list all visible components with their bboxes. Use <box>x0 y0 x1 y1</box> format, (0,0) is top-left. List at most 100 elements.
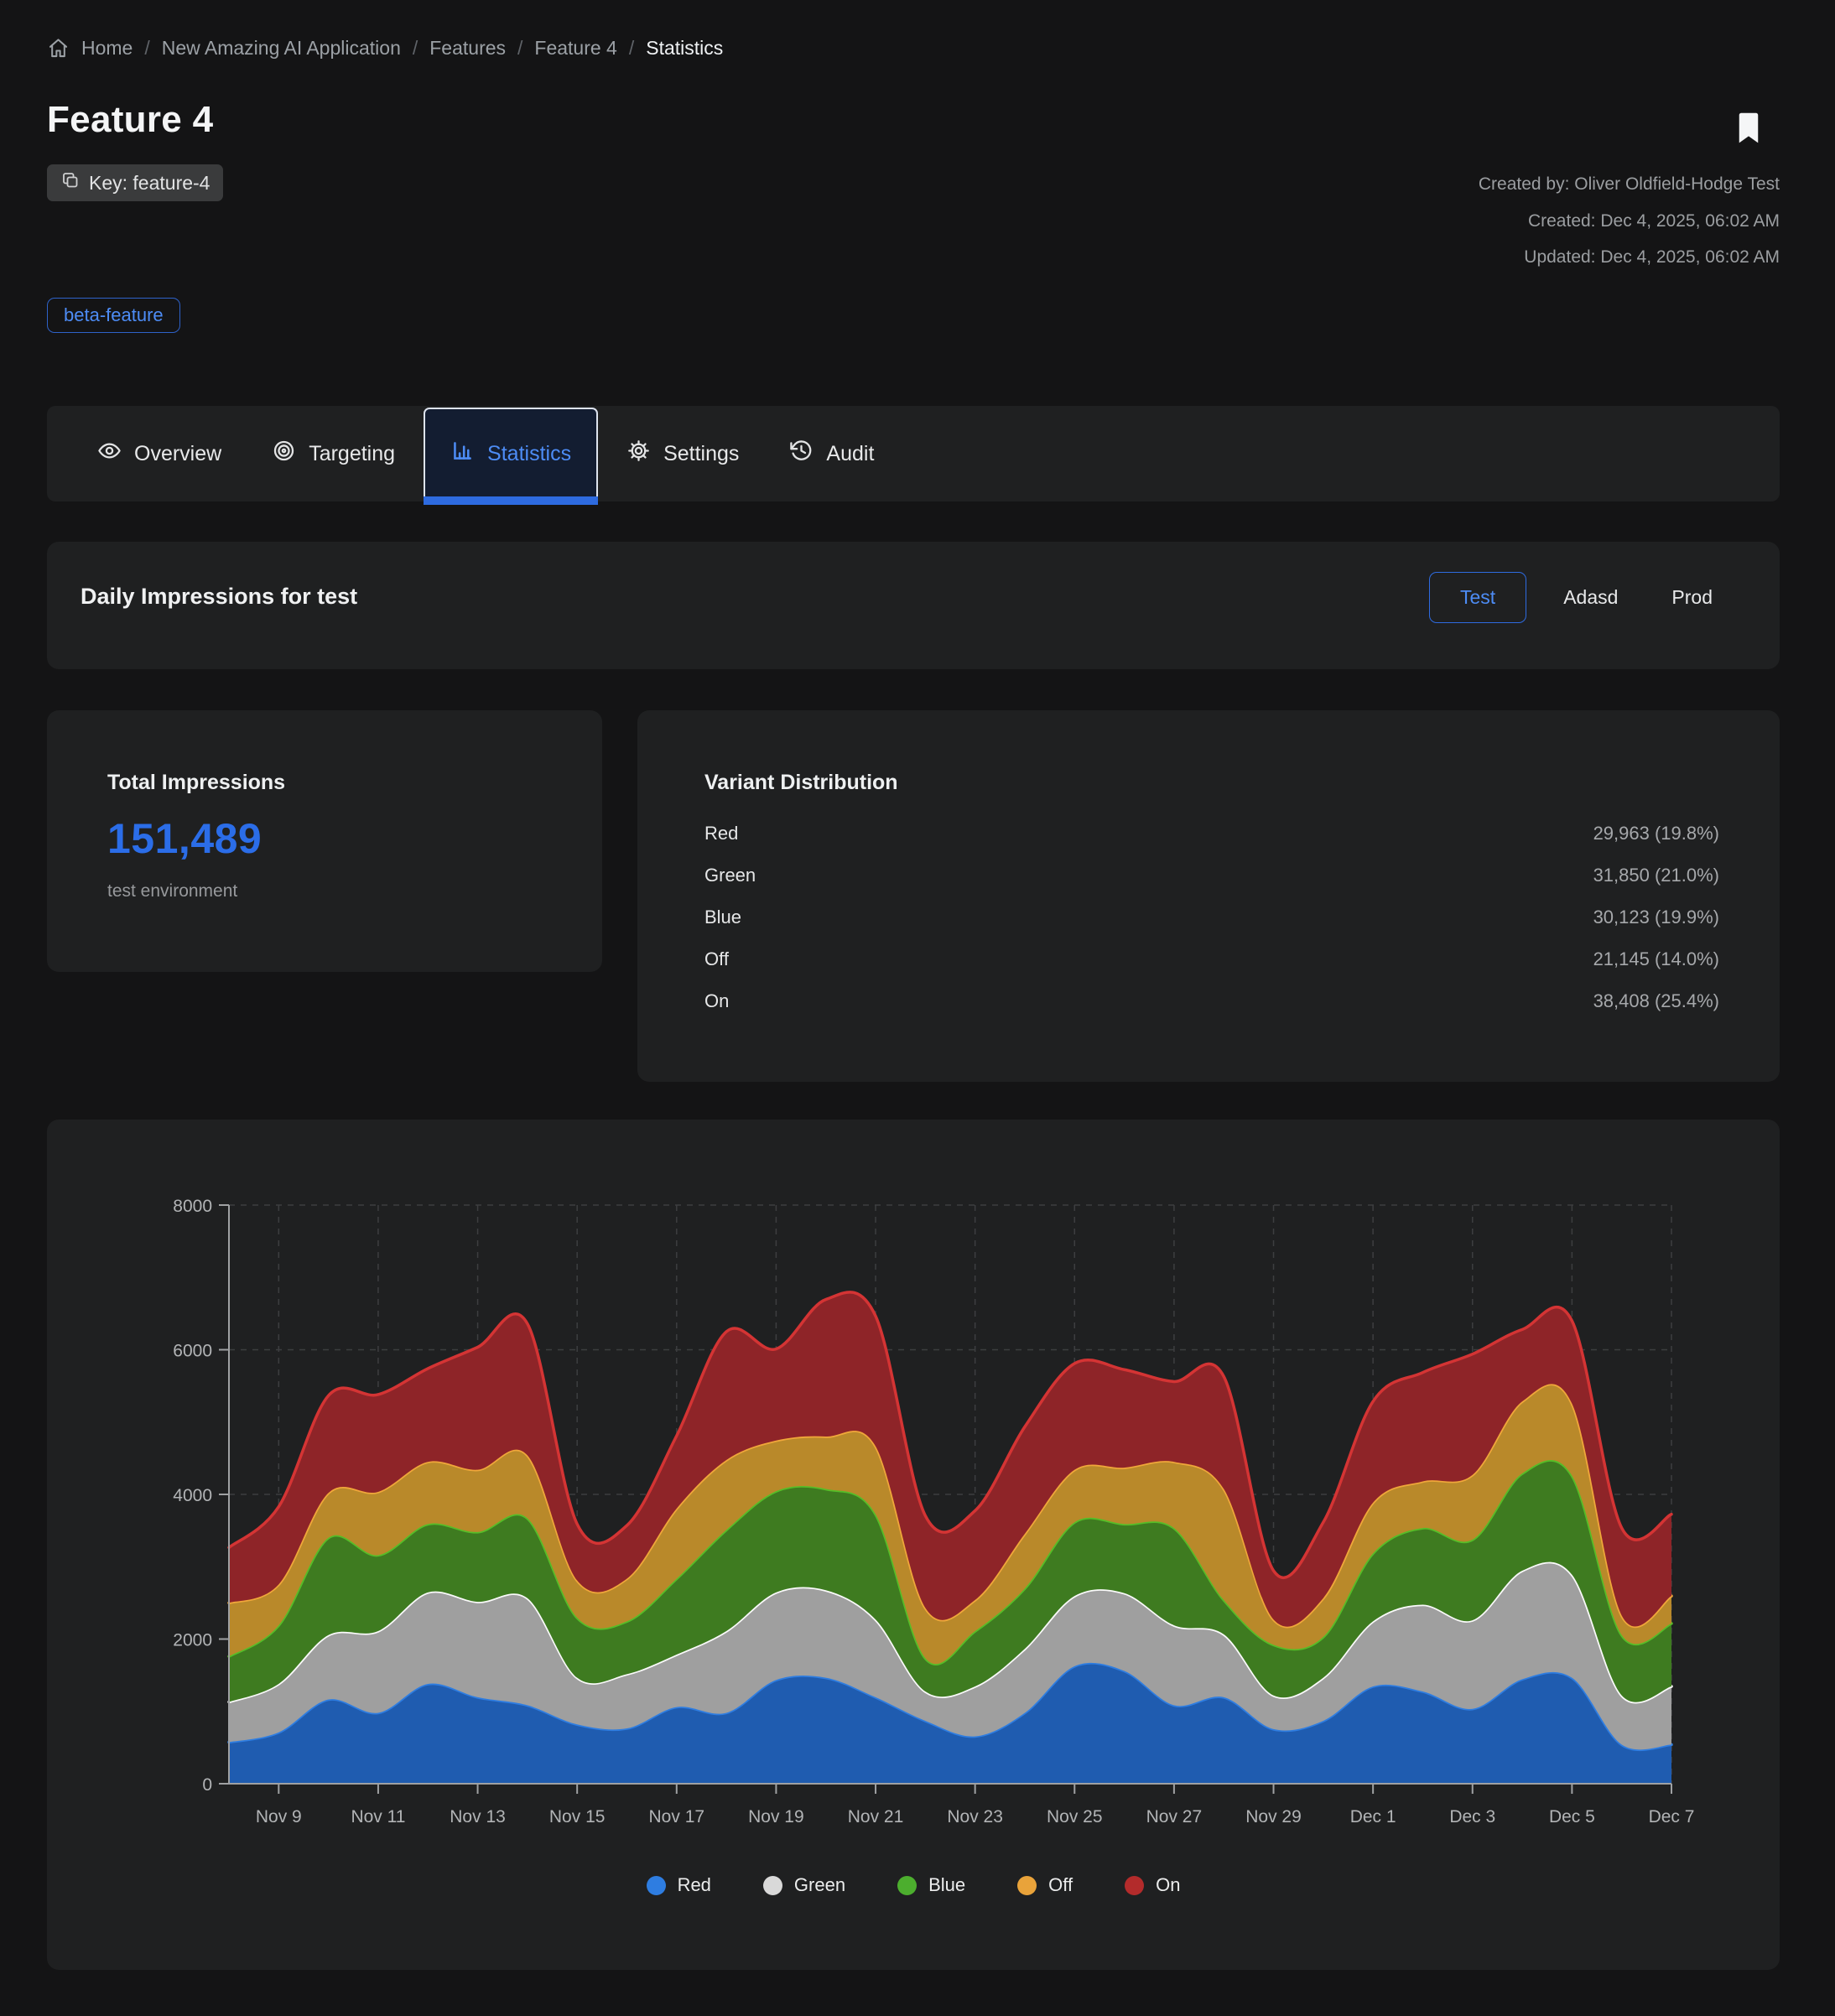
feature-statistics-page: Home / New Amazing AI Application / Feat… <box>0 0 1835 2016</box>
svg-text:Dec 7: Dec 7 <box>1649 1807 1695 1826</box>
breadcrumb-separator: / <box>517 37 522 60</box>
home-icon <box>47 37 70 60</box>
legend-dot-on <box>1125 1876 1144 1895</box>
svg-text:Nov 13: Nov 13 <box>450 1807 506 1826</box>
history-icon <box>789 439 814 469</box>
svg-text:Nov 25: Nov 25 <box>1047 1807 1103 1826</box>
variant-value: 29,963 (19.8%) <box>1593 823 1719 844</box>
svg-text:0: 0 <box>202 1775 212 1795</box>
legend-item-red: Red <box>647 1874 711 1896</box>
beta-feature-tag[interactable]: beta-feature <box>47 298 180 333</box>
svg-text:Nov 15: Nov 15 <box>549 1807 606 1826</box>
variant-value: 38,408 (25.4%) <box>1593 990 1719 1012</box>
svg-text:Nov 19: Nov 19 <box>748 1807 804 1826</box>
svg-text:Nov 21: Nov 21 <box>848 1807 904 1826</box>
svg-text:Nov 9: Nov 9 <box>256 1807 302 1826</box>
target-icon <box>272 439 296 469</box>
tab-label: Statistics <box>487 442 571 466</box>
tab-label: Settings <box>663 442 739 466</box>
bookmark-icon <box>1733 109 1765 148</box>
svg-text:Dec 1: Dec 1 <box>1350 1807 1396 1826</box>
legend-dot-blue <box>897 1876 917 1895</box>
variant-distribution-card: Variant Distribution Red 29,963 (19.8%) … <box>637 710 1780 1082</box>
svg-text:Nov 11: Nov 11 <box>351 1807 405 1826</box>
eye-icon <box>97 439 122 469</box>
legend-item-green: Green <box>763 1874 845 1896</box>
feature-key-label: Key: feature-4 <box>89 172 210 195</box>
daily-impressions-title: Daily Impressions for test <box>81 584 357 610</box>
variant-value: 21,145 (14.0%) <box>1593 948 1719 970</box>
variant-label: Green <box>704 865 756 886</box>
breadcrumb-separator: / <box>144 37 149 60</box>
svg-text:Nov 29: Nov 29 <box>1245 1807 1302 1826</box>
env-button-prod[interactable]: Prod <box>1645 572 1739 623</box>
legend-dot-green <box>763 1876 782 1895</box>
total-impressions-value: 151,489 <box>107 814 262 863</box>
legend-item-on: On <box>1125 1874 1180 1896</box>
variant-value: 30,123 (19.9%) <box>1593 907 1719 928</box>
copy-icon <box>60 170 81 195</box>
updated-date-text: Updated: Dec 4, 2025, 06:02 AM <box>1524 247 1780 268</box>
variant-row: Red 29,963 (19.8%) <box>704 813 1719 855</box>
svg-text:8000: 8000 <box>173 1197 212 1216</box>
variant-row: Blue 30,123 (19.9%) <box>704 896 1719 938</box>
breadcrumb-feature-4[interactable]: Feature 4 <box>534 37 616 60</box>
breadcrumb-statistics: Statistics <box>646 37 723 60</box>
svg-text:2000: 2000 <box>173 1631 212 1650</box>
feature-key-badge[interactable]: Key: feature-4 <box>47 164 223 201</box>
legend-label: On <box>1156 1874 1180 1896</box>
breadcrumb-separator: / <box>629 37 634 60</box>
env-button-test[interactable]: Test <box>1429 572 1526 623</box>
variant-row: Off 21,145 (14.0%) <box>704 938 1719 980</box>
breadcrumb-separator: / <box>413 37 418 60</box>
env-button-adasd[interactable]: Adasd <box>1536 572 1645 623</box>
legend-dot-off <box>1017 1876 1037 1895</box>
tab-statistics[interactable]: Statistics <box>424 408 598 500</box>
total-impressions-title: Total Impressions <box>107 771 285 795</box>
svg-text:Nov 27: Nov 27 <box>1146 1807 1203 1826</box>
variant-label: On <box>704 990 729 1012</box>
breadcrumb-features[interactable]: Features <box>429 37 506 60</box>
legend-label: Off <box>1048 1874 1073 1896</box>
svg-text:Nov 23: Nov 23 <box>947 1807 1003 1826</box>
legend-dot-red <box>647 1876 666 1895</box>
variant-label: Blue <box>704 907 741 928</box>
breadcrumb: Home / New Amazing AI Application / Feat… <box>47 37 723 60</box>
daily-impressions-panel: Daily Impressions for test Test Adasd Pr… <box>47 542 1780 669</box>
breadcrumb-application[interactable]: New Amazing AI Application <box>162 37 401 60</box>
legend-item-blue: Blue <box>897 1874 965 1896</box>
created-date-text: Created: Dec 4, 2025, 06:02 AM <box>1528 211 1780 231</box>
gear-icon <box>626 439 651 469</box>
variant-rows: Red 29,963 (19.8%) Green 31,850 (21.0%) … <box>704 813 1719 1022</box>
variant-row: On 38,408 (25.4%) <box>704 980 1719 1022</box>
legend-label: Blue <box>928 1874 965 1896</box>
breadcrumb-home[interactable]: Home <box>81 37 133 60</box>
total-impressions-card: Total Impressions 151,489 test environme… <box>47 710 602 972</box>
tab-bar: Overview Targeting Statistics <box>47 406 1780 501</box>
page-title: Feature 4 <box>47 99 213 141</box>
variant-distribution-title: Variant Distribution <box>704 771 898 795</box>
created-by-text: Created by: Oliver Oldfield-Hodge Test <box>1479 174 1780 195</box>
daily-impressions-chart: 0 2000 4000 6000 8000 Nov 9 Nov 11 Nov 13 Nov 15… <box>47 1120 1780 1970</box>
svg-text:Nov 17: Nov 17 <box>649 1807 705 1826</box>
legend-label: Green <box>794 1874 845 1896</box>
tab-overview[interactable]: Overview <box>72 406 247 501</box>
svg-text:4000: 4000 <box>173 1486 212 1505</box>
legend-label: Red <box>678 1874 711 1896</box>
tab-targeting[interactable]: Targeting <box>247 406 420 501</box>
chart-legend: Red Green Blue Off On <box>47 1874 1780 1896</box>
bookmark-button[interactable] <box>1733 109 1766 149</box>
total-impressions-subtitle: test environment <box>107 881 237 901</box>
daily-impressions-chart-card: 0 2000 4000 6000 8000 Nov 9 Nov 11 Nov 13 Nov 15… <box>47 1120 1780 1970</box>
variant-value: 31,850 (21.0%) <box>1593 865 1719 886</box>
svg-text:Dec 5: Dec 5 <box>1549 1807 1595 1826</box>
tab-label: Audit <box>826 442 874 466</box>
svg-text:6000: 6000 <box>173 1342 212 1361</box>
tab-label: Overview <box>134 442 221 466</box>
tab-settings[interactable]: Settings <box>601 406 764 501</box>
environment-switch: Test Adasd Prod <box>1429 572 1739 623</box>
tab-audit[interactable]: Audit <box>764 406 899 501</box>
variant-row: Green 31,850 (21.0%) <box>704 855 1719 896</box>
legend-item-off: Off <box>1017 1874 1073 1896</box>
svg-text:Dec 3: Dec 3 <box>1449 1807 1495 1826</box>
